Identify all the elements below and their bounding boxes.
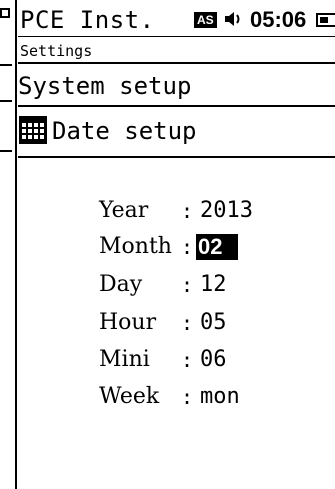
- field-colon: :: [181, 348, 194, 372]
- breadcrumb: Settings: [20, 42, 93, 60]
- calendar-icon: [19, 116, 47, 144]
- edge-indicator-icon: [0, 8, 10, 18]
- device-title: PCE Inst.: [20, 6, 155, 34]
- menu-item-system-setup[interactable]: System setup: [18, 72, 191, 100]
- mode-badge: AS: [194, 12, 217, 28]
- status-bar: PCE Inst. AS 05:06: [18, 0, 335, 37]
- divider: [18, 105, 335, 107]
- field-label-month: Month: [99, 234, 172, 259]
- field-value-minute[interactable]: 06: [200, 347, 227, 373]
- field-label-minute: Mini: [99, 347, 150, 372]
- left-edge-strip: [0, 0, 18, 489]
- menu-item-date-setup[interactable]: Date setup: [18, 112, 335, 148]
- menu-item-label: Date setup: [52, 117, 197, 145]
- field-value-week[interactable]: mon: [200, 384, 240, 410]
- divider: [18, 62, 335, 64]
- field-label-week: Week: [99, 384, 160, 409]
- field-value-month[interactable]: 02: [196, 234, 239, 260]
- field-colon: :: [181, 311, 194, 335]
- field-value-day[interactable]: 12: [200, 272, 227, 298]
- divider: [18, 156, 335, 158]
- field-value-hour[interactable]: 05: [200, 310, 227, 336]
- field-value-year[interactable]: 2013: [200, 198, 253, 224]
- field-colon: :: [181, 273, 194, 297]
- edge-tick: [0, 100, 12, 102]
- field-colon: :: [181, 235, 194, 259]
- field-label-day: Day: [99, 272, 143, 297]
- field-label-hour: Hour: [99, 310, 157, 335]
- edge-tick: [0, 64, 12, 66]
- speaker-icon: [225, 12, 240, 26]
- field-colon: :: [181, 385, 194, 409]
- field-label-year: Year: [99, 198, 149, 223]
- clock-time: 05:06: [250, 7, 307, 32]
- field-colon: :: [181, 199, 194, 223]
- edge-divider: [15, 0, 17, 489]
- battery-icon: [316, 13, 335, 27]
- edge-tick: [0, 150, 12, 152]
